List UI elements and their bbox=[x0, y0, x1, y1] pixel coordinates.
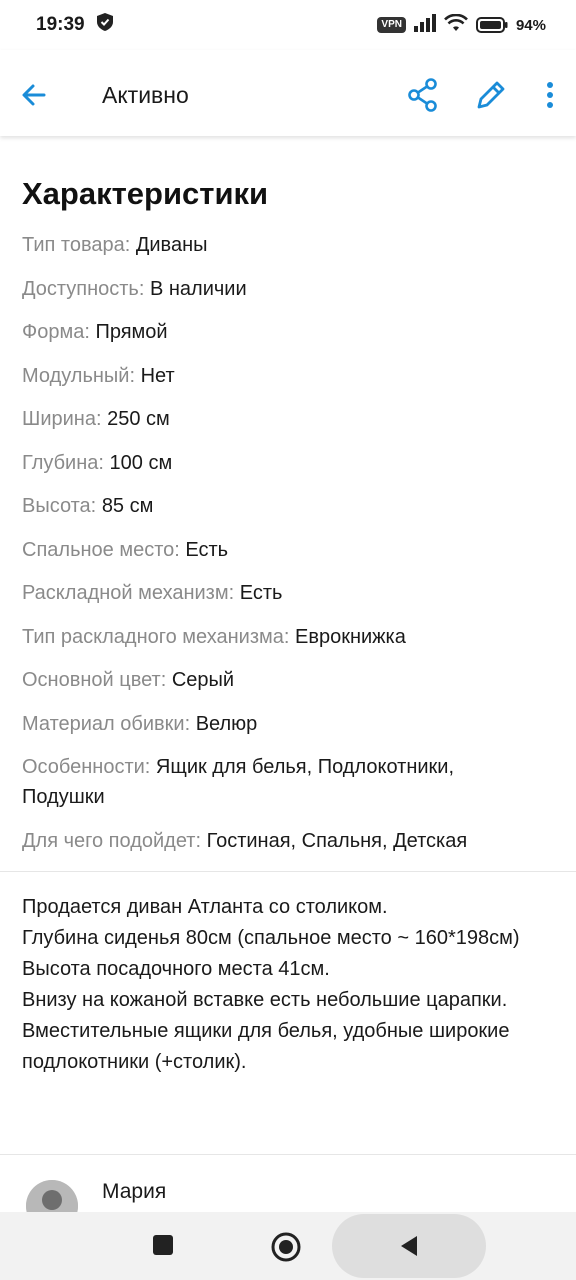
spec-key: Раскладной механизм: bbox=[22, 582, 235, 604]
description-line: Глубина сиденья 80см (спальное место ~ 1… bbox=[22, 927, 520, 949]
spec-key: Тип товара: bbox=[22, 234, 131, 256]
spec-value: 250 см bbox=[107, 408, 170, 430]
spec-key: Основной цвет: bbox=[22, 669, 167, 691]
spec-row: Глубина: 100 см bbox=[22, 448, 542, 478]
spec-key: Высота: bbox=[22, 495, 97, 517]
description-line: Высота посадочного места 41см. bbox=[22, 958, 330, 980]
spec-row: Тип товара: Диваны bbox=[22, 230, 542, 260]
spec-key: Форма: bbox=[22, 321, 90, 343]
spec-row: Доступность: В наличии bbox=[22, 274, 542, 304]
status-bar: 19:39 VPN 94% bbox=[0, 0, 576, 50]
spec-row: Спальное место: Есть bbox=[22, 535, 542, 565]
spec-value: Еврокнижка bbox=[295, 625, 406, 648]
spec-row: Форма: Прямой bbox=[22, 317, 542, 347]
spec-key: Особенности: bbox=[22, 756, 151, 778]
spec-value: Прямой bbox=[95, 321, 168, 343]
vpn-badge: VPN bbox=[377, 17, 406, 33]
spec-key: Ширина: bbox=[22, 408, 102, 430]
description-line: Внизу на кожаной вставке есть небольшие … bbox=[22, 989, 508, 1011]
description-line: Вместительные ящики для белья, удобные ш… bbox=[22, 1020, 510, 1073]
characteristics-title: Характеристики bbox=[22, 176, 269, 211]
nav-back-pill[interactable] bbox=[332, 1214, 486, 1278]
wifi-icon bbox=[444, 13, 468, 36]
back-arrow-icon[interactable] bbox=[18, 79, 50, 111]
spec-value: Серый bbox=[171, 669, 235, 691]
battery-icon bbox=[475, 16, 508, 34]
spec-key: Для чего подойдет: bbox=[22, 829, 202, 852]
status-right: VPN 94% bbox=[377, 13, 546, 36]
spec-value: Диваны bbox=[135, 234, 208, 256]
signal-icon bbox=[413, 14, 436, 36]
spec-value: 100 см bbox=[109, 451, 173, 474]
spec-value: 85 см bbox=[101, 495, 154, 517]
spec-key: Доступность: bbox=[22, 277, 145, 300]
page-title: Активно bbox=[102, 82, 189, 108]
status-left: 19:39 bbox=[36, 13, 113, 37]
spec-value: Есть bbox=[185, 538, 229, 561]
spec-value: Гостиная, Спальня, Детская bbox=[206, 829, 468, 852]
seller-name[interactable]: Мария bbox=[102, 1180, 166, 1204]
spec-row: Основной цвет: Серый bbox=[22, 665, 542, 695]
app-bar: Активно bbox=[0, 50, 576, 136]
screen: 19:39 VPN 94% Активно Характеристики Тип… bbox=[0, 0, 576, 1280]
spec-value: Есть bbox=[239, 582, 283, 604]
divider bbox=[0, 871, 576, 872]
spec-row: Ширина: 250 см bbox=[22, 404, 542, 434]
seller-card[interactable]: Мария bbox=[0, 1158, 576, 1232]
spec-key: Материал обивки: bbox=[22, 712, 191, 735]
battery-percent: 94% bbox=[515, 16, 546, 34]
description-line: Продается диван Атланта со столиком. bbox=[22, 896, 388, 918]
spec-key: Спальное место: bbox=[22, 538, 180, 561]
spec-key: Модульный: bbox=[22, 364, 136, 387]
spec-key: Тип раскладного механизма: bbox=[22, 625, 290, 648]
system-nav-bar bbox=[0, 1212, 576, 1280]
spec-row: Тип раскладного механизма: Еврокнижка bbox=[22, 622, 542, 652]
divider bbox=[0, 1154, 576, 1155]
spec-row: Материал обивки: Велюр bbox=[22, 709, 542, 739]
shield-icon bbox=[96, 13, 113, 37]
spec-row: Раскладной механизм: Есть bbox=[22, 578, 542, 608]
status-time: 19:39 bbox=[36, 14, 85, 35]
spec-row: Модульный: Нет bbox=[22, 361, 542, 391]
spec-value: Нет bbox=[140, 364, 175, 387]
characteristics-list: Тип товара: Диваны Доступность: В наличии… bbox=[22, 230, 542, 869]
more-vert-icon[interactable] bbox=[538, 78, 562, 112]
spec-row: Для чего подойдет: Гостиная, Спальня, Де… bbox=[22, 826, 542, 856]
recents-square-icon[interactable] bbox=[152, 1234, 174, 1256]
spec-value: В наличии bbox=[149, 277, 247, 300]
spec-key: Глубина: bbox=[22, 451, 104, 474]
back-triangle-icon[interactable] bbox=[397, 1234, 421, 1258]
share-icon[interactable] bbox=[407, 78, 439, 112]
description: Продается диван Атланта со столиком. Глуб… bbox=[22, 892, 552, 1078]
edit-pencil-icon[interactable] bbox=[474, 78, 508, 112]
spec-row: Высота: 85 см bbox=[22, 491, 542, 521]
spec-row: Особенности: Ящик для белья, Подлокотник… bbox=[22, 752, 542, 812]
spec-value: Велюр bbox=[195, 712, 258, 735]
home-circle-icon[interactable] bbox=[270, 1231, 302, 1263]
